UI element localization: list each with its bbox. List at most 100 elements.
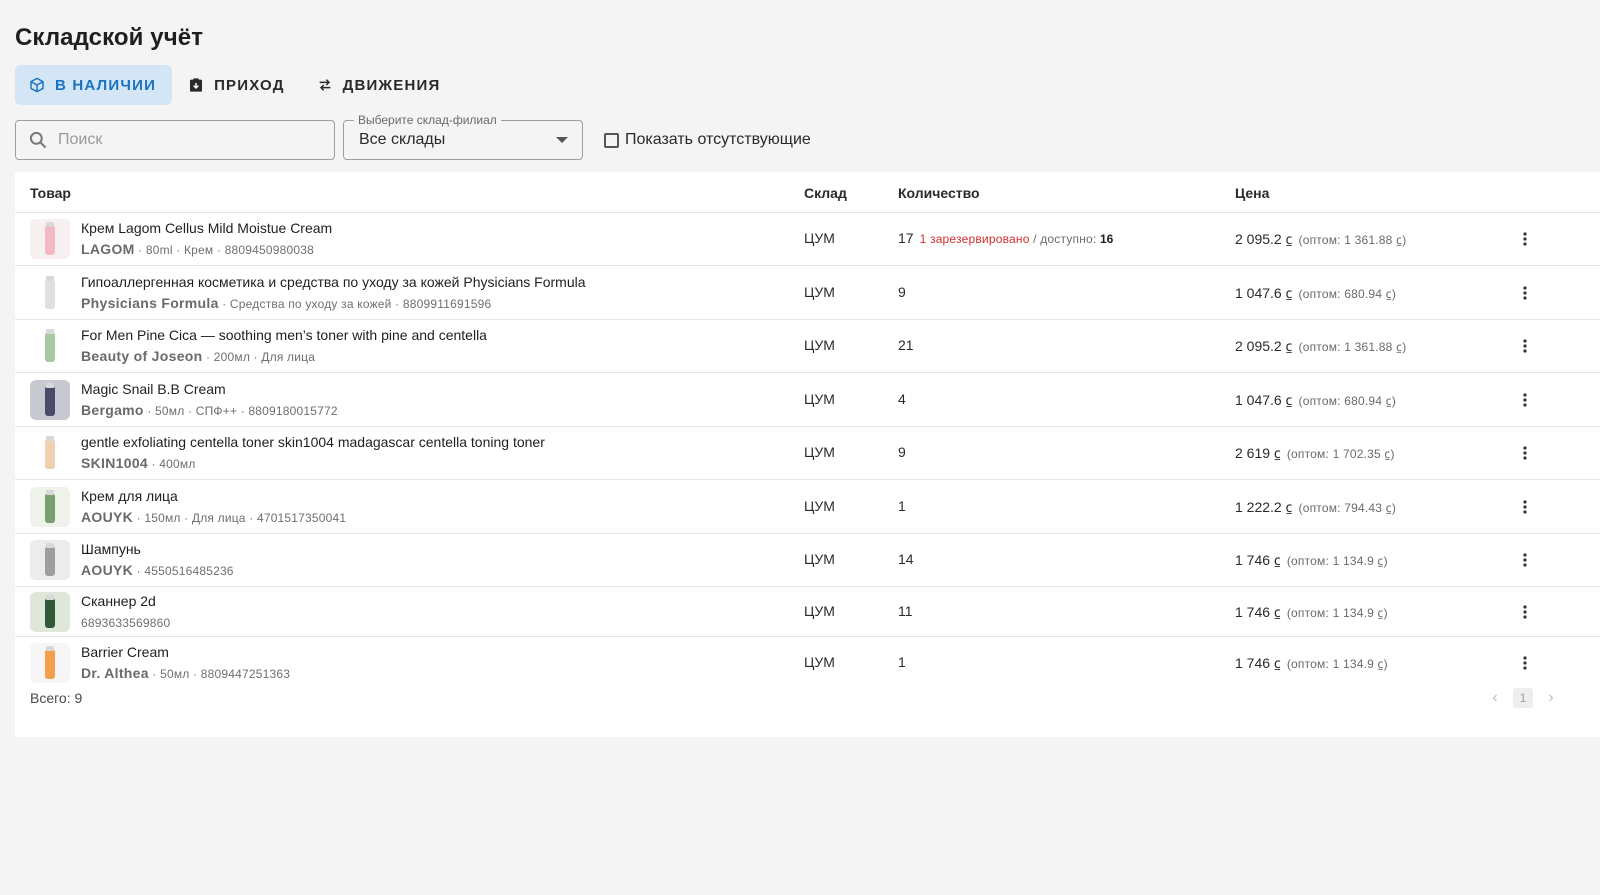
product-name[interactable]: Крем для лица xyxy=(81,488,178,504)
more-actions-icon[interactable] xyxy=(1515,653,1535,673)
product-brand: Physicians Formula xyxy=(81,295,219,311)
price-value: 1 222.2 xyxy=(1235,499,1282,515)
page-number-button[interactable]: 1 xyxy=(1513,688,1533,708)
quantity-cell: 11 xyxy=(898,603,919,619)
table-row[interactable]: Barrier Cream Dr. Althea · 50мл · 880944… xyxy=(15,637,1600,689)
price-cell: 1 746 ⃀ (оптом: 1 134.9 ⃀) xyxy=(1235,551,1388,570)
product-thumbnail[interactable] xyxy=(30,326,70,366)
checkbox-icon[interactable] xyxy=(604,132,619,148)
wholesale-label: (оптом: 1 134.9 xyxy=(1286,657,1378,671)
reserved-count: 1 зарезервировано xyxy=(919,232,1030,246)
tab-movements[interactable]: ДВИЖЕНИЯ xyxy=(303,65,457,105)
table-row[interactable]: Сканнер 2d 6893633569860 ЦУМ 11 1 746 ⃀ (… xyxy=(15,587,1600,637)
table-row[interactable]: For Men Pine Cica — soothing men’s toner… xyxy=(15,320,1600,373)
available-separator: / доступно: xyxy=(1029,232,1100,246)
product-name[interactable]: Шампунь xyxy=(81,541,141,557)
table-row[interactable]: Крем для лица AOUYK · 150мл · Для лица ·… xyxy=(15,480,1600,534)
warehouse-cell: ЦУМ xyxy=(804,603,835,619)
product-name[interactable]: For Men Pine Cica — soothing men’s toner… xyxy=(81,327,487,343)
product-thumbnail[interactable] xyxy=(30,433,70,473)
product-name[interactable]: Magic Snail B.B Cream xyxy=(81,381,226,397)
product-thumbnail[interactable] xyxy=(30,219,70,259)
more-actions-icon[interactable] xyxy=(1515,602,1535,622)
price-value: 2 095.2 xyxy=(1235,231,1282,247)
next-page-button[interactable]: › xyxy=(1541,688,1561,708)
product-thumbnail[interactable] xyxy=(30,380,70,420)
price-cell: 1 047.6 ⃀ (оптом: 680.94 ⃀) xyxy=(1235,284,1396,303)
available-count: 16 xyxy=(1100,232,1114,246)
price-value: 1 746 xyxy=(1235,552,1271,568)
table-row[interactable]: gentle exfoliating centella toner skin10… xyxy=(15,427,1600,480)
quantity-value: 1 xyxy=(898,498,906,514)
product-meta: Dr. Althea · 50мл · 8809447251363 xyxy=(81,665,290,681)
more-actions-icon[interactable] xyxy=(1515,390,1535,410)
inventory-page: Складской учёт В НАЛИЧИИ ПРИХОД ДВИЖЕНИЯ… xyxy=(0,0,1600,895)
search-box[interactable] xyxy=(15,120,335,160)
wholesale-label: (оптом: 1 361.88 xyxy=(1298,233,1397,247)
total-count: Всего: 9 xyxy=(30,690,83,706)
tab-label: ДВИЖЕНИЯ xyxy=(342,76,441,94)
product-name[interactable]: Гипоаллергенная косметика и средства по … xyxy=(81,274,586,290)
page-title: Складской учёт xyxy=(15,24,204,51)
tab-arrival[interactable]: ПРИХОД xyxy=(174,65,301,105)
show-missing-checkbox[interactable]: Показать отсутствующие xyxy=(604,120,811,160)
more-actions-icon[interactable] xyxy=(1515,283,1535,303)
product-details: · 50мл · 8809447251363 xyxy=(148,667,291,681)
warehouse-cell: ЦУМ xyxy=(804,337,835,353)
product-thumbnail[interactable] xyxy=(30,487,70,527)
warehouse-cell: ЦУМ xyxy=(804,654,835,670)
product-name[interactable]: gentle exfoliating centella toner skin10… xyxy=(81,434,545,450)
dropdown-caret-icon xyxy=(556,136,568,144)
quantity-value: 1 xyxy=(898,654,906,670)
product-details: · 50мл · СПФ++ · 8809180015772 xyxy=(143,404,338,418)
prev-page-button[interactable]: ‹ xyxy=(1485,688,1505,708)
product-name[interactable]: Крем Lagom Cellus Mild Moistue Cream xyxy=(81,220,332,236)
price-cell: 2 095.2 ⃀ (оптом: 1 361.88 ⃀) xyxy=(1235,337,1406,356)
header-quantity[interactable]: Количество xyxy=(898,185,980,201)
table-row[interactable]: Magic Snail B.B Cream Bergamo · 50мл · С… xyxy=(15,373,1600,427)
wholesale-close: ) xyxy=(1402,233,1407,247)
more-actions-icon[interactable] xyxy=(1515,497,1535,517)
currency-symbol: ⃀ xyxy=(1285,392,1293,408)
table-row[interactable]: Крем Lagom Cellus Mild Moistue Cream LAG… xyxy=(15,213,1600,266)
price-value: 1 746 xyxy=(1235,655,1271,671)
more-actions-icon[interactable] xyxy=(1515,229,1535,249)
product-thumbnail[interactable] xyxy=(30,643,70,683)
product-name[interactable]: Barrier Cream xyxy=(81,644,169,660)
product-details: · 400мл xyxy=(148,457,196,471)
wholesale-price: (оптом: 1 134.9 ⃀) xyxy=(1287,606,1388,620)
product-brand: LAGOM xyxy=(81,241,135,257)
table-row[interactable]: Шампунь AOUYK · 4550516485236 ЦУМ 14 1 7… xyxy=(15,534,1600,587)
wholesale-label: (оптом: 794.43 xyxy=(1298,501,1386,515)
product-meta: 6893633569860 xyxy=(81,614,170,630)
more-actions-icon[interactable] xyxy=(1515,550,1535,570)
product-thumbnail[interactable] xyxy=(30,592,70,632)
wholesale-label: (оптом: 1 134.9 xyxy=(1286,554,1378,568)
warehouse-select-label: Выберите склад-филиал xyxy=(354,113,501,127)
header-product[interactable]: Товар xyxy=(30,185,71,201)
table-row[interactable]: Гипоаллергенная косметика и средства по … xyxy=(15,266,1600,320)
quantity-value: 17 xyxy=(898,230,914,246)
product-thumbnail[interactable] xyxy=(30,540,70,580)
wholesale-close: ) xyxy=(1383,554,1388,568)
more-actions-icon[interactable] xyxy=(1515,336,1535,356)
product-details: · 80ml · Крем · 8809450980038 xyxy=(134,243,314,257)
more-actions-icon[interactable] xyxy=(1515,443,1535,463)
header-warehouse[interactable]: Склад xyxy=(804,185,847,201)
product-details: 6893633569860 xyxy=(81,616,171,630)
product-details: · 150мл · Для лица · 4701517350041 xyxy=(133,511,347,525)
product-thumbnail[interactable] xyxy=(30,273,70,313)
quantity-cell: 9 xyxy=(898,444,912,460)
tab-in-stock[interactable]: В НАЛИЧИИ xyxy=(15,65,173,105)
wholesale-label: (оптом: 1 134.9 xyxy=(1286,606,1378,620)
currency-symbol: ⃀ xyxy=(1285,499,1293,515)
product-brand: Beauty of Joseon xyxy=(81,348,203,364)
product-name[interactable]: Сканнер 2d xyxy=(81,593,156,609)
header-price[interactable]: Цена xyxy=(1235,185,1269,201)
currency-symbol: ⃀ xyxy=(1285,338,1293,354)
warehouse-select[interactable]: Выберите склад-филиал Все склады xyxy=(343,113,583,160)
quantity-cell: 9 xyxy=(898,284,912,300)
wholesale-close: ) xyxy=(1391,501,1397,515)
wholesale-price: (оптом: 680.94 ⃀) xyxy=(1299,287,1397,301)
search-input[interactable] xyxy=(56,130,310,150)
